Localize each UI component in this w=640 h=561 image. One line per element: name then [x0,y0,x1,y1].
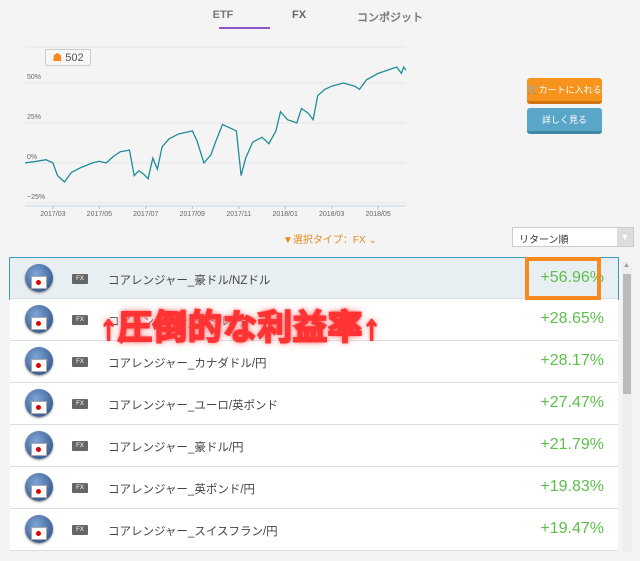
y-tick-label: 25% [27,114,41,121]
filter-label: 選択タイプ：FX [292,235,366,246]
strategy-name[interactable]: コアレンジャー_豪ドル/円 [108,439,244,455]
scroll-up-icon[interactable]: ▲ [623,262,630,269]
return-value: +21.79% [540,436,604,453]
currency-flag-icon [25,347,53,375]
currency-flag-icon [25,473,53,501]
sort-select[interactable]: リターン順 ▼ [512,227,634,247]
dropdown-arrow-icon: ▼ [617,228,633,246]
sort-value: リターン順 [519,235,569,246]
tab-fx[interactable]: FX [259,9,339,21]
list-item[interactable]: FX コアレンジャー_ユーロ/英ポンド +27.47% [10,383,618,425]
currency-flag-icon [25,305,53,333]
tab-bar: ETF FX コンポジット [0,0,640,30]
y-tick-label: 0% [27,154,37,161]
filter-icon: ▼ [283,235,293,246]
tab-composite[interactable]: コンポジット [340,9,440,25]
x-tick-label: 2018/05 [365,211,390,218]
x-tick-label: 2017/11 [226,211,251,218]
scrollbar-thumb[interactable] [623,274,631,394]
cart-icon: 🛒 [527,84,539,94]
strategy-name[interactable]: コアレンジャー_カナダドル/円 [108,355,267,371]
subscriber-count: 502 [65,51,84,64]
list-item[interactable]: FX コアレンジャー_英ポンド/円 +19.83% [10,467,618,509]
users-icon: ☗ [52,52,63,64]
details-label: 詳しく見る [541,115,587,125]
type-badge: FX [72,483,88,493]
x-tick-label: 2017/09 [180,211,205,218]
cart-label: カートに入れる [538,85,602,95]
y-tick-label: 50% [27,74,41,81]
x-tick-label: 2017/07 [133,211,158,218]
type-badge: FX [72,399,88,409]
currency-flag-icon [25,389,53,417]
scrollbar[interactable]: ▲ [622,262,632,552]
strategy-name[interactable]: コアレンジャー_豪ドル/NZドル [108,272,270,288]
active-tab-indicator [219,27,270,29]
currency-flag-icon [25,515,53,543]
currency-flag-icon [25,264,53,292]
x-tick-label: 2017/05 [87,211,112,218]
return-value: +28.17% [540,352,604,369]
strategy-name[interactable]: コアレンジャー_ユーロ/英ポンド [108,397,278,413]
x-tick-label: 2018/03 [319,211,344,218]
type-badge: FX [72,357,88,367]
return-value: +27.47% [540,394,604,411]
return-value: +19.47% [540,520,604,537]
list-item[interactable]: FX コアレンジャー_スイスフラン/円 +19.47% [10,509,618,551]
details-button[interactable]: 詳しく見る [527,108,602,134]
y-tick-label: −25% [27,194,45,201]
type-badge: FX [72,525,88,535]
add-to-cart-button[interactable]: 🛒 カートに入れる [527,78,602,104]
strategy-name[interactable]: コアレンジャー_スイスフラン/円 [108,523,278,539]
type-filter[interactable]: ▼選択タイプ：FX ⌄ [283,231,377,246]
subscriber-count-badge: ☗ 502 [45,49,91,66]
x-tick-label: 2017/03 [40,211,65,218]
chevron-down-icon: ⌄ [368,235,377,246]
x-tick-label: 2018/01 [273,211,298,218]
strategy-name[interactable]: コアレンジャー_英ポンド/円 [108,481,255,497]
highlight-box [525,257,601,300]
performance-chart: 50% 25% 0% −25% 2017/03 2017/05 2017/07 2017/09… [25,46,406,218]
currency-flag-icon [25,431,53,459]
type-badge: FX [72,441,88,451]
series-line [25,65,406,183]
type-badge: FX [72,315,88,325]
return-value: +19.83% [540,478,604,495]
return-value: +28.65% [540,310,604,327]
type-badge: FX [72,274,88,284]
tab-etf[interactable]: ETF [183,9,263,21]
annotation-overlay: ↑圧倒的な利益率↑ [99,308,381,348]
list-item[interactable]: FX コアレンジャー_豪ドル/円 +21.79% [10,425,618,467]
